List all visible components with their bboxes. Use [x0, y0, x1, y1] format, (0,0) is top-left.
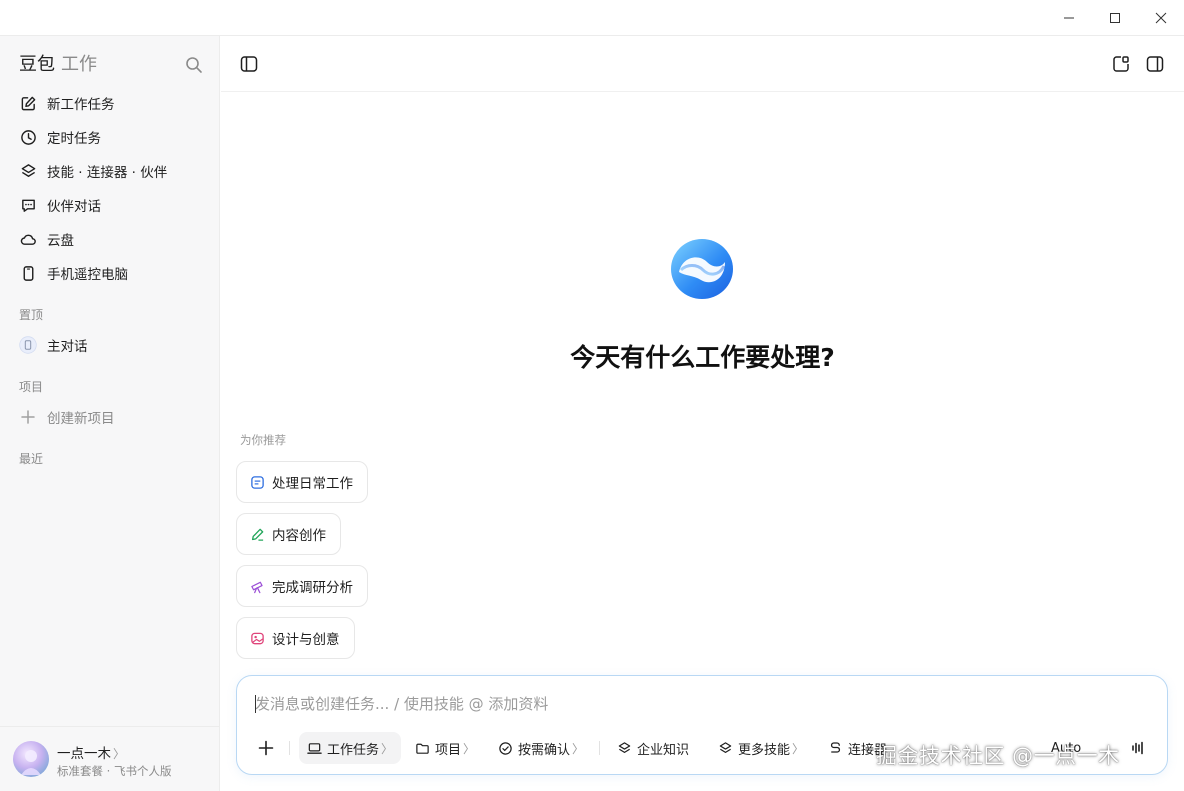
tool-more-skills-label: 更多技能 [738, 742, 791, 758]
brand-primary: 豆包 [19, 54, 55, 75]
nav-skills-connectors[interactable]: 技能 · 连接器 · 伙伴 [12, 156, 208, 186]
voice-waveform-icon [1132, 741, 1143, 755]
profile-area[interactable]: 一点一木〉 标准套餐 · 飞书个人版 [0, 726, 220, 791]
chat-bubble-icon [19, 196, 37, 214]
pinned-main-chat-label: 主对话 [47, 339, 88, 355]
chip-content-creation-label: 内容创作 [272, 528, 326, 544]
tool-confirm-label: 按需确认 [518, 742, 571, 758]
brand-title: 豆包 工作 [19, 54, 97, 76]
nav-scheduled-tasks[interactable]: 定时任务 [12, 122, 208, 152]
projects-section-label: 项目 [19, 380, 44, 394]
check-circle-icon [498, 741, 513, 756]
plus-icon [258, 740, 274, 756]
chip-content-creation[interactable]: 内容创作 [236, 513, 341, 555]
pinned-section-label: 置顶 [19, 308, 44, 322]
chevron-right-icon: 〉 [463, 741, 476, 756]
plus-icon [19, 408, 37, 426]
search-button[interactable] [184, 55, 204, 75]
chevron-right-icon: 〉 [381, 741, 394, 756]
image-icon [249, 630, 265, 646]
document-icon [249, 474, 265, 490]
right-panel-icon [1146, 56, 1164, 72]
avatar[interactable] [13, 741, 49, 777]
chip-daily-work[interactable]: 处理日常工作 [236, 461, 368, 503]
tool-project[interactable]: 项目〉 [407, 732, 483, 764]
profile-name[interactable]: 一点一木〉 [57, 742, 125, 762]
sidebar: 豆包 工作 新工作任务 定时任务 技能 · 连接器 · 伙伴 伙伴对话 云盘 手机… [0, 36, 220, 791]
recommend-label: 为你推荐 [240, 433, 286, 447]
tool-work-task[interactable]: 工作任务〉 [299, 732, 402, 764]
nav-partner-chat-label: 伙伴对话 [47, 199, 101, 215]
nav-new-task[interactable]: 新工作任务 [12, 88, 208, 118]
layers-icon [718, 741, 733, 756]
close-button[interactable] [1138, 0, 1184, 36]
phone-icon [19, 264, 37, 282]
sidebar-toggle-icon [240, 56, 258, 72]
doubao-logo-icon [671, 239, 733, 299]
chip-research-analysis[interactable]: 完成调研分析 [236, 565, 368, 607]
profile-plan: 标准套餐 · 飞书个人版 [57, 764, 172, 778]
chevron-right-icon: 〉 [572, 741, 585, 756]
nav-phone-remote-label: 手机遥控电脑 [47, 267, 128, 283]
layers-icon [19, 162, 37, 180]
search-icon [186, 57, 202, 73]
recent-section-label: 最近 [19, 452, 44, 466]
chip-research-analysis-label: 完成调研分析 [272, 580, 353, 596]
folder-icon [415, 741, 430, 756]
close-icon [1155, 12, 1167, 24]
chip-design-creative-label: 设计与创意 [272, 632, 340, 648]
chip-daily-work-label: 处理日常工作 [272, 476, 353, 492]
nav-cloud-drive[interactable]: 云盘 [12, 224, 208, 254]
maximize-button[interactable] [1092, 0, 1138, 36]
right-panel-button[interactable] [1145, 54, 1165, 74]
chevron-right-icon: 〉 [113, 747, 126, 761]
brand-secondary: 工作 [61, 54, 97, 75]
nav-cloud-drive-label: 云盘 [47, 233, 74, 249]
watermark: 掘金技术社区 @一点一木 [876, 744, 1120, 768]
maximize-icon [1110, 13, 1120, 23]
tool-enterprise-knowledge-label: 企业知识 [637, 742, 690, 758]
cloud-icon [19, 230, 37, 248]
create-project-button[interactable]: 创建新项目 [12, 402, 208, 432]
message-input[interactable] [255, 692, 1135, 716]
create-project-label: 创建新项目 [47, 411, 115, 427]
pen-icon [249, 526, 265, 542]
nav-scheduled-tasks-label: 定时任务 [47, 131, 101, 147]
tool-enterprise-knowledge[interactable]: 企业知识 [609, 732, 697, 764]
toggle-sidebar-button[interactable] [239, 54, 259, 74]
clock-icon [19, 128, 37, 146]
nav-skills-connectors-label: 技能 · 连接器 · 伙伴 [47, 165, 168, 181]
minimize-button[interactable] [1046, 0, 1092, 36]
tool-confirm-on-demand[interactable]: 按需确认〉 [490, 732, 592, 764]
telescope-icon [249, 578, 265, 594]
page-headline: 今天有什么工作要处理? [570, 343, 835, 372]
laptop-icon [307, 741, 322, 756]
tool-project-label: 项目 [435, 742, 462, 758]
chip-design-creative[interactable]: 设计与创意 [236, 617, 355, 659]
profile-name-text: 一点一木 [57, 746, 111, 762]
add-attachment-button[interactable] [251, 732, 281, 764]
nav-phone-remote[interactable]: 手机遥控电脑 [12, 258, 208, 288]
edit-icon [19, 94, 37, 112]
toolbar-separator [599, 741, 600, 755]
main-chat-avatar-icon [19, 336, 37, 354]
pinned-main-chat[interactable]: 主对话 [12, 330, 208, 360]
doubao-logo [669, 236, 735, 302]
new-window-button[interactable] [1111, 54, 1131, 74]
new-window-icon [1113, 56, 1129, 72]
minimize-icon [1064, 17, 1074, 19]
chevron-right-icon: 〉 [792, 741, 805, 756]
layers-icon [617, 741, 632, 756]
tool-more-skills[interactable]: 更多技能〉 [710, 732, 812, 764]
nav-new-task-label: 新工作任务 [47, 97, 115, 113]
nav-partner-chat[interactable]: 伙伴对话 [12, 190, 208, 220]
tool-work-task-label: 工作任务 [327, 742, 380, 758]
voice-input-button[interactable] [1123, 732, 1153, 764]
text-caret [255, 695, 256, 713]
link-icon [828, 741, 843, 756]
title-bar [0, 0, 1184, 36]
main-header [221, 36, 1184, 92]
toolbar-separator [289, 741, 290, 755]
